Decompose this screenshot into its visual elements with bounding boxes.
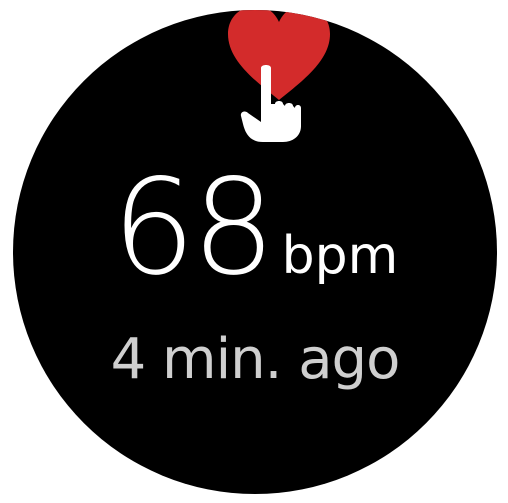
- bpm-value: 68: [111, 151, 276, 305]
- pointing-hand-icon-graphic: [240, 65, 301, 142]
- pointing-hand-icon: [239, 62, 305, 146]
- bpm-unit: bpm: [281, 226, 399, 286]
- watch-face: 68 bpm 4 min. ago: [13, 10, 497, 494]
- last-measured-time: 4 min. ago: [110, 327, 401, 392]
- heart-rate-reading: 68 bpm: [13, 151, 497, 305]
